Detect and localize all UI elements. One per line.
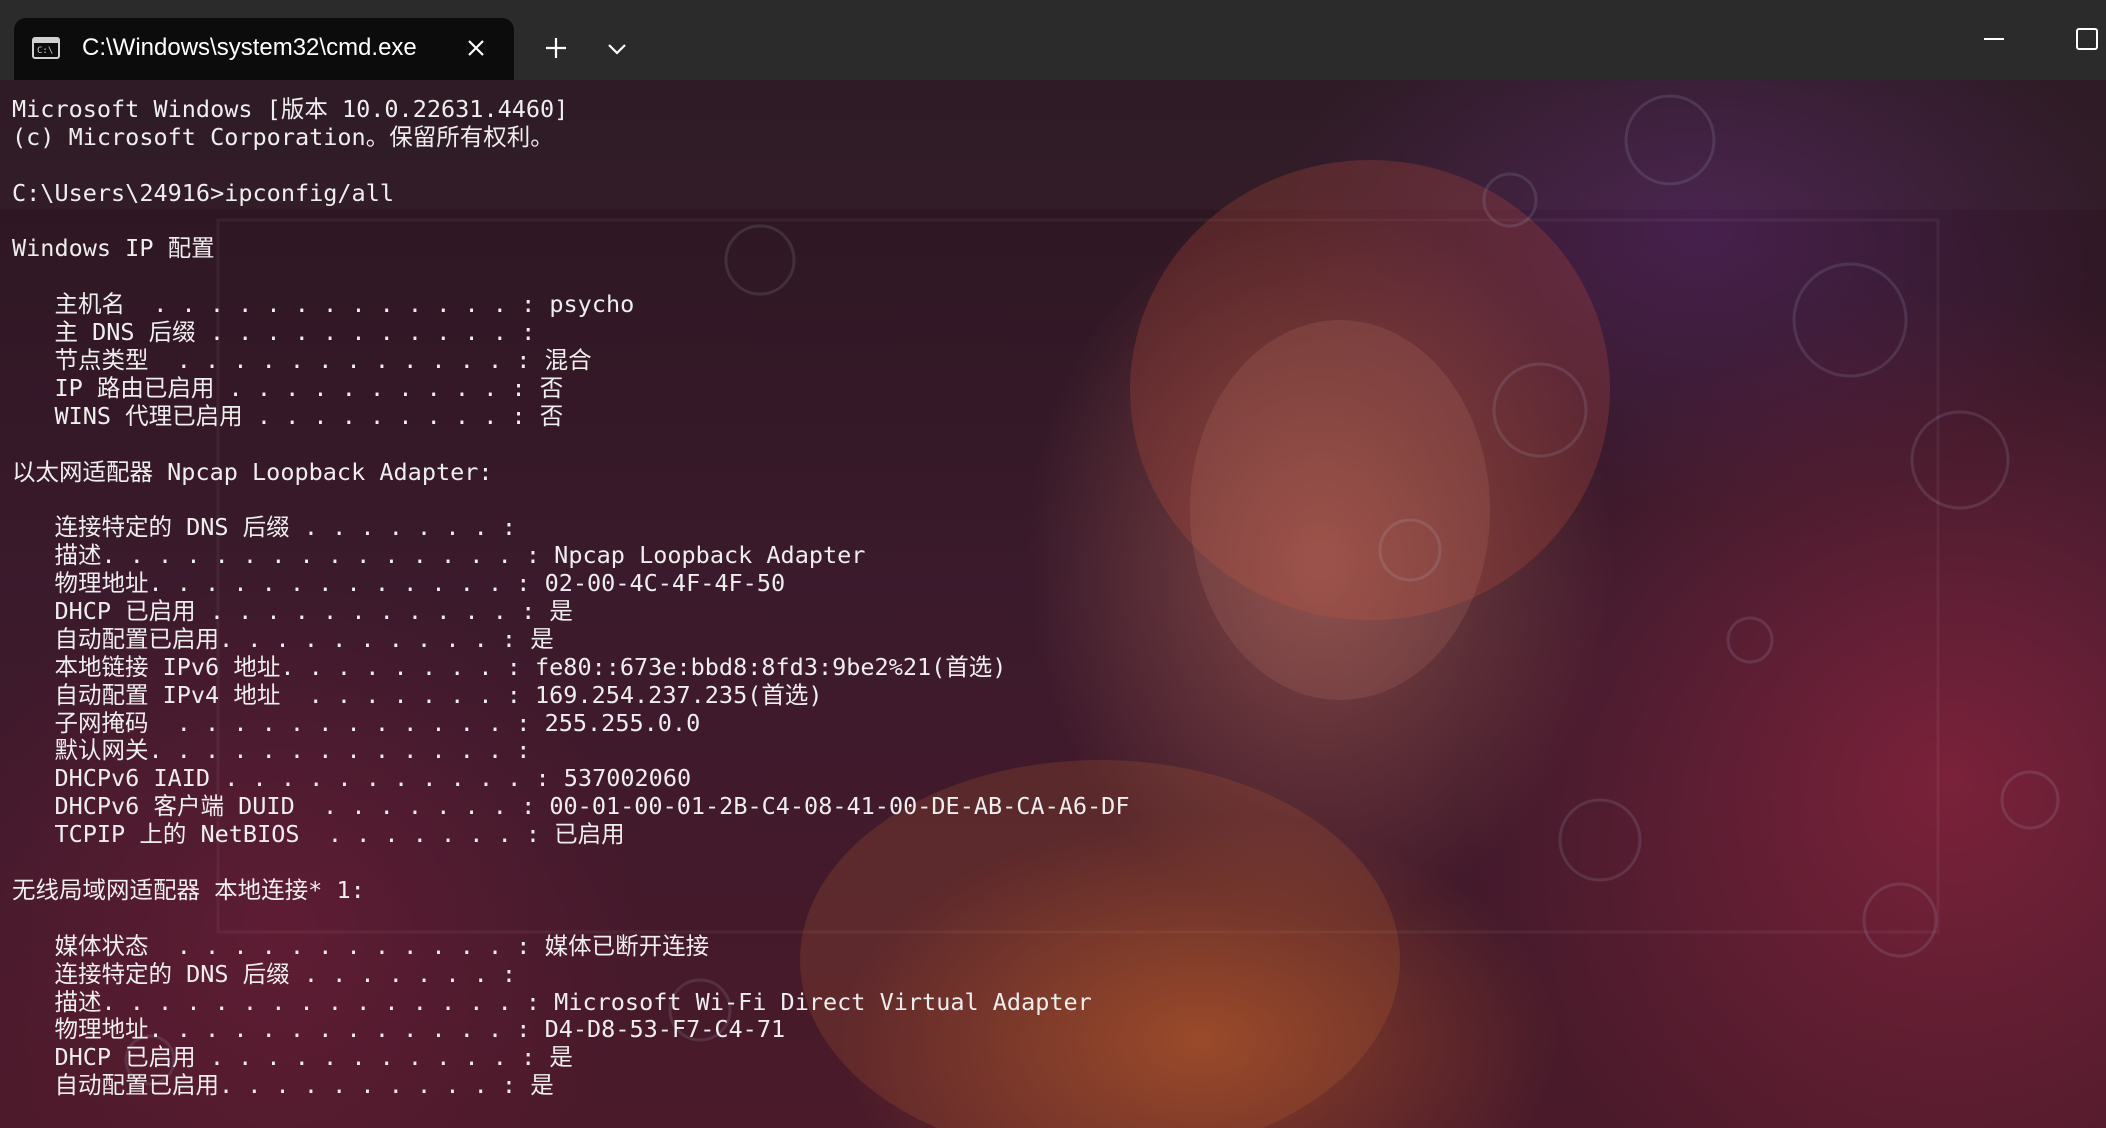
console-line: 连接特定的 DNS 后缀 . . . . . . . :: [12, 959, 517, 988]
console-line: (c) Microsoft Corporation。保留所有权利。: [12, 122, 554, 151]
console-line: 本地链接 IPv6 地址. . . . . . . . : fe80::673e…: [12, 652, 1007, 681]
console-line: Microsoft Windows [版本 10.0.22631.4460]: [12, 95, 569, 123]
console-line: 主机名 . . . . . . . . . . . . . : psycho: [12, 290, 635, 319]
svg-text:C:\: C:\: [37, 46, 53, 56]
terminal-icon: C:\: [32, 37, 60, 59]
plus-icon[interactable]: [540, 32, 572, 64]
console-output[interactable]: Microsoft Windows [版本 10.0.22631.4460] (…: [12, 95, 2092, 1100]
console-line: 子网掩码 . . . . . . . . . . . . : 255.255.0…: [12, 708, 701, 737]
console-line: 自动配置已启用. . . . . . . . . . : 是: [12, 624, 554, 653]
console-line: 以太网适配器 Npcap Loopback Adapter:: [12, 457, 493, 486]
console-line: TCPIP 上的 NetBIOS . . . . . . . : 已启用: [12, 820, 625, 849]
console-line: 自动配置 IPv4 地址 . . . . . . . : 169.254.237…: [12, 680, 823, 709]
console-line: 自动配置已启用. . . . . . . . . . : 是: [12, 1071, 554, 1100]
tab-cmd[interactable]: C:\ C:\Windows\system32\cmd.exe: [14, 18, 514, 80]
console-line: 节点类型 . . . . . . . . . . . . : 混合: [12, 346, 592, 375]
title-bar: C:\ C:\Windows\system32\cmd.exe: [0, 0, 2106, 80]
console-line: DHCPv6 客户端 DUID . . . . . . . : 00-01-00…: [12, 792, 1130, 821]
console-line: DHCP 已启用 . . . . . . . . . . . : 是: [12, 597, 573, 626]
console-line: WINS 代理已启用 . . . . . . . . . : 否: [12, 401, 564, 430]
close-icon[interactable]: [462, 34, 490, 62]
console-line: 无线局域网适配器 本地连接* 1:: [12, 875, 365, 904]
console-line: 主 DNS 后缀 . . . . . . . . . . . :: [12, 318, 536, 347]
maximize-icon[interactable]: [2072, 24, 2102, 54]
console-line: 物理地址. . . . . . . . . . . . . : 02-00-4C…: [12, 569, 786, 598]
console-line: 物理地址. . . . . . . . . . . . . : D4-D8-53…: [12, 1015, 786, 1044]
console-line: 默认网关. . . . . . . . . . . . . :: [12, 736, 531, 765]
minimize-icon[interactable]: [1974, 26, 2014, 52]
console-line: C:\Users\24916>ipconfig/all: [12, 178, 395, 207]
console-line: Windows IP 配置: [12, 234, 215, 263]
console-line: 描述. . . . . . . . . . . . . . . : Micros…: [12, 987, 1092, 1016]
chevron-down-icon[interactable]: [600, 34, 634, 64]
tab-title: C:\Windows\system32\cmd.exe: [82, 34, 417, 61]
console-line: 连接特定的 DNS 后缀 . . . . . . . :: [12, 513, 517, 542]
console-line: DHCPv6 IAID . . . . . . . . . . . : 5370…: [12, 764, 692, 793]
console-line: IP 路由已启用 . . . . . . . . . . : 否: [12, 373, 564, 402]
console-line: 描述. . . . . . . . . . . . . . . : Npcap …: [12, 541, 866, 570]
console-line: 媒体状态 . . . . . . . . . . . . : 媒体已断开连接: [12, 931, 710, 960]
console-line: DHCP 已启用 . . . . . . . . . . . : 是: [12, 1043, 573, 1072]
